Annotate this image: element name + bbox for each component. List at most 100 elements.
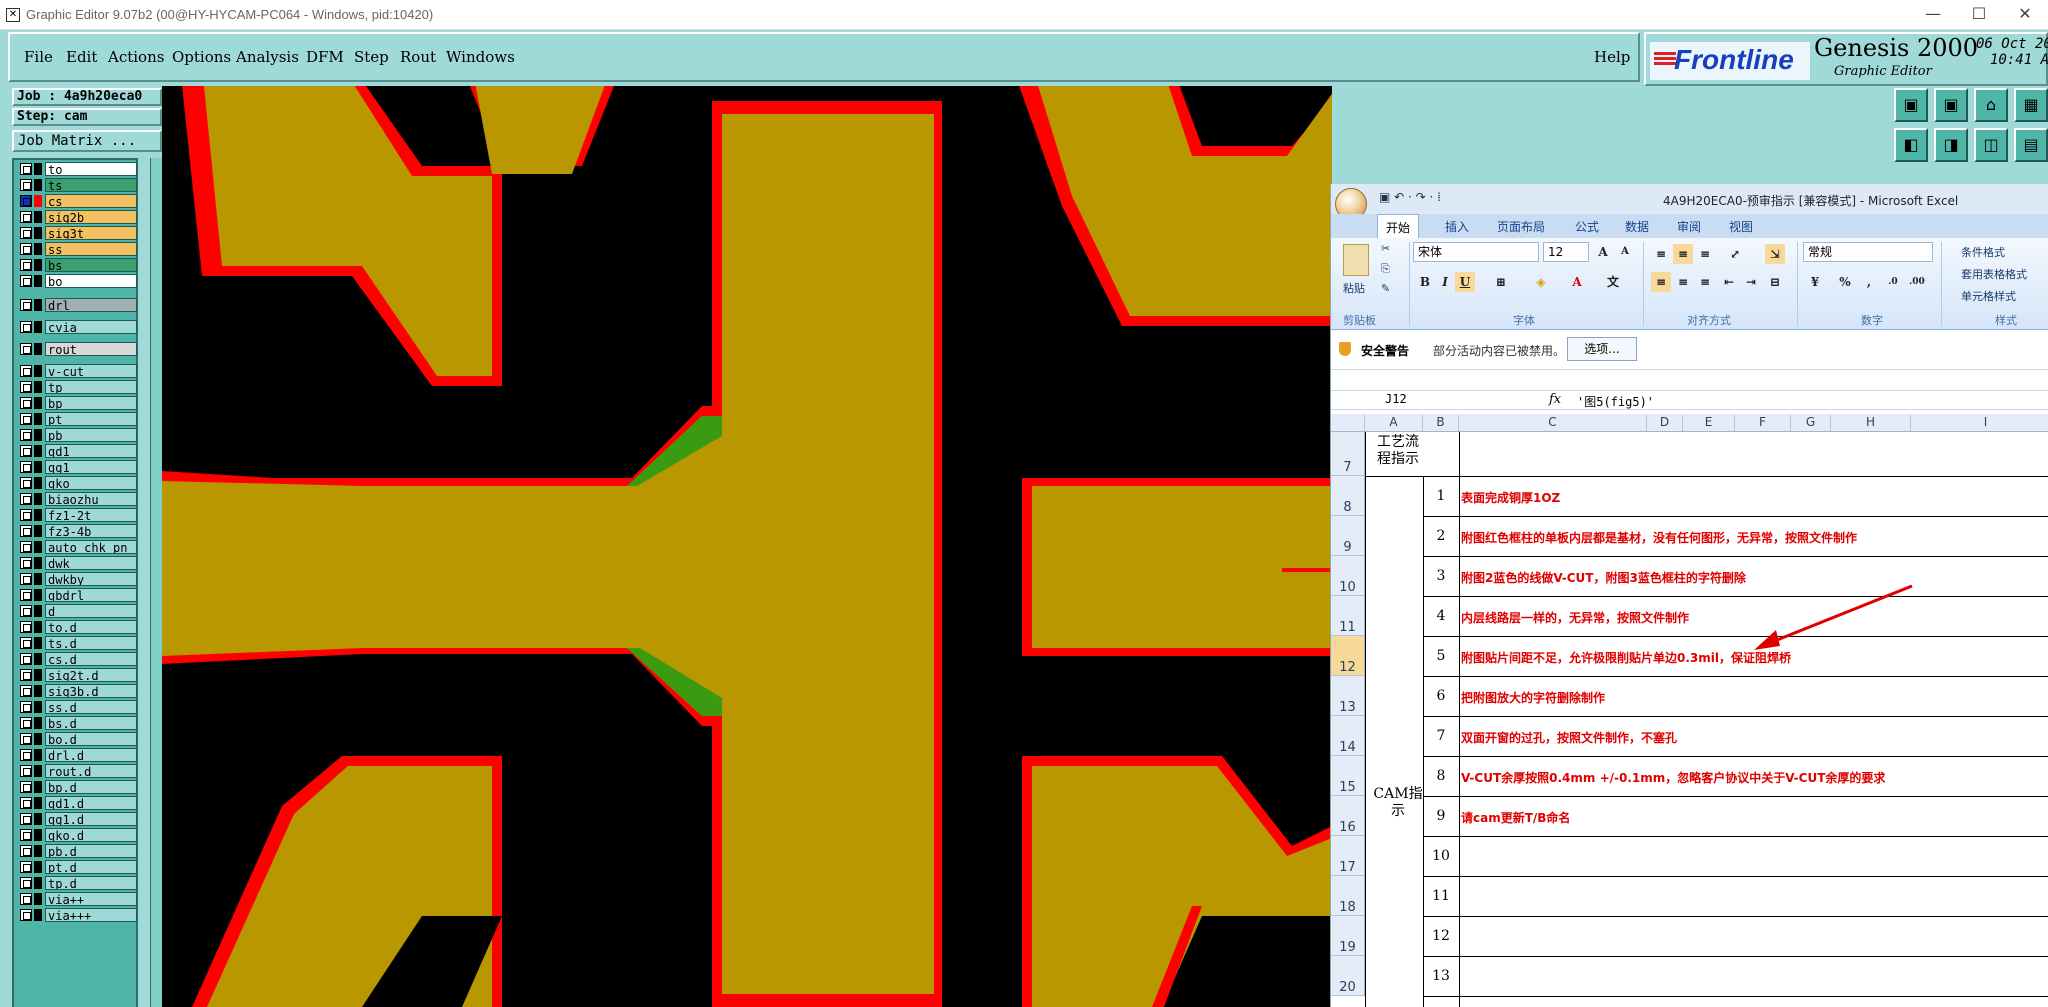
- layer-name[interactable]: gd1: [45, 444, 137, 458]
- layer-row[interactable]: via++: [16, 892, 137, 906]
- layer-row[interactable]: ts: [16, 178, 137, 192]
- layer-name[interactable]: cs.d: [45, 652, 137, 666]
- column-header[interactable]: A: [1365, 415, 1423, 431]
- layer-row[interactable]: cs: [16, 194, 137, 208]
- copy-icon[interactable]: ⎘: [1381, 262, 1390, 276]
- layer-checkbox[interactable]: [20, 413, 32, 425]
- align-middle-icon[interactable]: ≡: [1673, 244, 1693, 264]
- row-header[interactable]: 20: [1331, 956, 1365, 996]
- row-header[interactable]: 10: [1331, 556, 1365, 596]
- layer-checkbox[interactable]: [20, 573, 32, 585]
- item-number-cell[interactable]: 2: [1423, 528, 1459, 544]
- menu-dfm[interactable]: DFM: [306, 48, 344, 66]
- layer-row[interactable]: rout.d: [16, 764, 137, 778]
- quick-access-toolbar[interactable]: ▣ ↶ · ↷ · ⁞: [1379, 190, 1441, 204]
- layer-checkbox[interactable]: [20, 653, 32, 665]
- row-header[interactable]: 14: [1331, 716, 1365, 756]
- layer-checkbox[interactable]: [20, 733, 32, 745]
- column-header[interactable]: C: [1459, 415, 1647, 431]
- layer-checkbox[interactable]: [20, 621, 32, 633]
- tab-home[interactable]: 开始: [1377, 214, 1420, 238]
- layer-name[interactable]: cs: [45, 194, 137, 208]
- paste-label[interactable]: 粘贴: [1343, 280, 1365, 296]
- increase-decimal-icon[interactable]: .0: [1883, 272, 1903, 292]
- tool-button-1[interactable]: ▣: [1894, 88, 1928, 122]
- layer-name[interactable]: to: [45, 162, 137, 176]
- row-header[interactable]: 7: [1331, 432, 1365, 476]
- layer-checkbox[interactable]: [20, 845, 32, 857]
- tool-button-4[interactable]: ▦: [2014, 88, 2048, 122]
- layer-checkbox[interactable]: [20, 227, 32, 239]
- layer-checkbox[interactable]: [20, 701, 32, 713]
- row-header[interactable]: 15: [1331, 756, 1365, 796]
- layer-checkbox[interactable]: [20, 275, 32, 287]
- align-top-icon[interactable]: ≡: [1651, 244, 1671, 264]
- layer-checkbox[interactable]: [20, 509, 32, 521]
- layer-checkbox[interactable]: [20, 685, 32, 697]
- layer-checkbox[interactable]: [20, 829, 32, 841]
- column-header[interactable]: H: [1831, 415, 1911, 431]
- select-all-corner[interactable]: [1331, 415, 1365, 431]
- layer-checkbox[interactable]: [20, 717, 32, 729]
- fx-icon[interactable]: fx: [1549, 392, 1561, 407]
- row-header[interactable]: 19: [1331, 916, 1365, 956]
- layer-checkbox[interactable]: [20, 797, 32, 809]
- increase-indent-icon[interactable]: ⇥: [1741, 272, 1761, 292]
- tool-button-3[interactable]: ⌂: [1974, 88, 2008, 122]
- layer-name[interactable]: via++: [45, 892, 137, 906]
- layer-checkbox[interactable]: [20, 211, 32, 223]
- menu-step[interactable]: Step: [354, 48, 389, 66]
- layer-name[interactable]: sig2t.d: [45, 668, 137, 682]
- align-center-icon[interactable]: ≡: [1673, 272, 1693, 292]
- layer-checkbox[interactable]: [20, 637, 32, 649]
- layer-name[interactable]: pb.d: [45, 844, 137, 858]
- layer-name[interactable]: ts.d: [45, 636, 137, 650]
- tool-button-5[interactable]: ◧: [1894, 128, 1928, 162]
- layer-row[interactable]: auto_chk_pn: [16, 540, 137, 554]
- layer-name[interactable]: bp.d: [45, 780, 137, 794]
- layer-checkbox[interactable]: [20, 781, 32, 793]
- layer-name[interactable]: dwk: [45, 556, 137, 570]
- item-number-cell[interactable]: 6: [1423, 688, 1459, 704]
- layer-name[interactable]: rout.d: [45, 764, 137, 778]
- layer-row[interactable]: bs.d: [16, 716, 137, 730]
- layer-name[interactable]: tp.d: [45, 876, 137, 890]
- layer-row[interactable]: bo: [16, 274, 137, 288]
- column-header[interactable]: B: [1423, 415, 1459, 431]
- row-header[interactable]: 8: [1331, 476, 1365, 516]
- tab-data[interactable]: 数据: [1625, 218, 1649, 235]
- menu-file[interactable]: File: [24, 48, 53, 66]
- layer-name[interactable]: dwkby: [45, 572, 137, 586]
- shrink-font-icon[interactable]: A: [1615, 242, 1635, 262]
- layer-name[interactable]: gg1.d: [45, 812, 137, 826]
- item-number-cell[interactable]: 12: [1423, 928, 1459, 944]
- column-header[interactable]: I: [1911, 415, 2048, 431]
- cam-instructions-cell[interactable]: CAM指示: [1373, 786, 1423, 820]
- layer-name[interactable]: pb: [45, 428, 137, 442]
- graphic-canvas[interactable]: [162, 86, 1332, 1007]
- layer-checkbox[interactable]: [20, 461, 32, 473]
- layer-name[interactable]: to.d: [45, 620, 137, 634]
- tab-page-layout[interactable]: 页面布局: [1497, 218, 1545, 235]
- comma-style-icon[interactable]: ,: [1859, 272, 1879, 292]
- layer-row[interactable]: to.d: [16, 620, 137, 634]
- layer-row[interactable]: d: [16, 604, 137, 618]
- align-right-icon[interactable]: ≡: [1695, 272, 1715, 292]
- layer-checkbox[interactable]: [20, 589, 32, 601]
- layer-name[interactable]: bo: [45, 274, 137, 288]
- menu-actions[interactable]: Actions: [108, 48, 164, 66]
- borders-icon[interactable]: ⊞: [1491, 272, 1511, 292]
- item-number-cell[interactable]: 13: [1423, 968, 1459, 984]
- item-number-cell[interactable]: 9: [1423, 808, 1459, 824]
- layer-row[interactable]: gg1: [16, 460, 137, 474]
- name-box[interactable]: J12: [1335, 392, 1485, 409]
- layer-row[interactable]: bs: [16, 258, 137, 272]
- layer-checkbox[interactable]: [20, 365, 32, 377]
- layer-checkbox[interactable]: [20, 893, 32, 905]
- layer-checkbox[interactable]: [20, 749, 32, 761]
- layer-name[interactable]: via+++: [45, 908, 137, 922]
- layer-checkbox[interactable]: [20, 343, 32, 355]
- layer-name[interactable]: sig3t: [45, 226, 137, 240]
- tab-view[interactable]: 视图: [1729, 218, 1753, 235]
- number-format-select[interactable]: 常规: [1803, 242, 1933, 262]
